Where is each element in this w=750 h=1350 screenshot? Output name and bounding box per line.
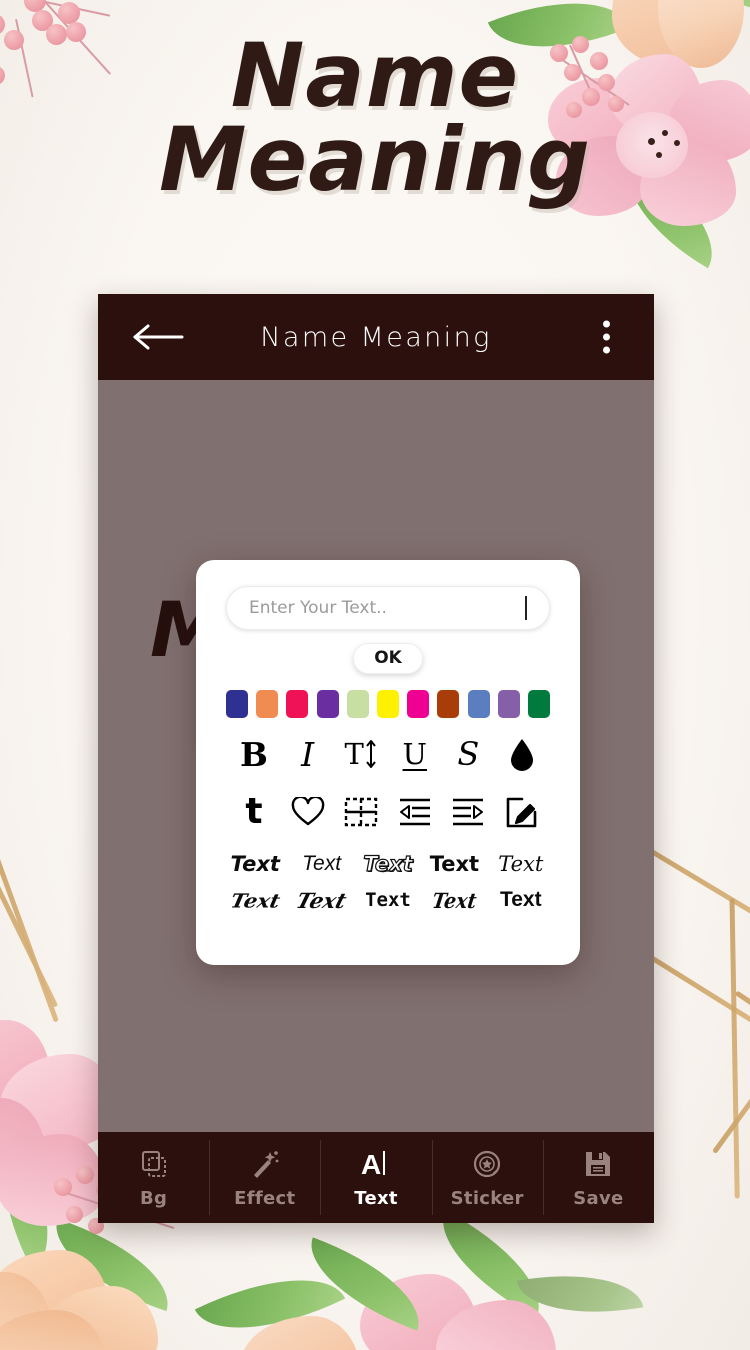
font-sample-5[interactable]: Text [498, 852, 543, 876]
font-sample-9[interactable]: Text [431, 888, 478, 913]
font-sample-8[interactable]: Text [365, 889, 411, 911]
script-style-glyph: S [457, 735, 480, 773]
nav-item-effect[interactable]: Effect [209, 1132, 320, 1223]
ok-button[interactable]: OK [353, 643, 423, 674]
layers-icon [137, 1147, 171, 1181]
svg-text:A: A [361, 1149, 381, 1180]
font-sample-4[interactable]: Text [430, 852, 479, 876]
more-vertical-icon[interactable] [603, 320, 610, 354]
poster-title: Name Meaning [0, 24, 750, 212]
edit-pencil-icon[interactable] [498, 790, 546, 834]
font-sample-7[interactable]: Text [294, 888, 350, 913]
opacity-drop-icon[interactable] [498, 732, 546, 776]
text-entry-dialog: OK B I T [196, 560, 580, 965]
bold-glyph: B [240, 734, 268, 774]
nav-label-effect: Effect [234, 1187, 296, 1209]
back-arrow-icon[interactable] [132, 322, 186, 352]
text-case-icon[interactable]: t [230, 790, 278, 834]
floral-decor-bottom-right [360, 1210, 680, 1350]
font-sample-3[interactable]: Text [363, 851, 414, 876]
floral-decor-bottom-center [194, 1237, 480, 1350]
indent-decrease-icon[interactable] [391, 790, 439, 834]
script-style-icon[interactable]: S [444, 732, 492, 776]
color-swatch-orange[interactable] [256, 690, 279, 718]
heart-icon[interactable] [284, 790, 332, 834]
bottom-toolbar: Bg Effect A Text Sticker Save [98, 1132, 654, 1223]
text-size-glyph: T [344, 736, 364, 771]
floppy-disk-icon [581, 1147, 615, 1181]
nav-item-text[interactable]: A Text [320, 1132, 431, 1223]
font-sample-2[interactable]: Text [302, 852, 341, 876]
color-swatch-green[interactable] [527, 690, 550, 718]
nav-item-save[interactable]: Save [542, 1132, 654, 1223]
poster-title-line-1: Name [230, 24, 520, 127]
italic-glyph: I [301, 734, 315, 774]
text-cursor [525, 596, 527, 620]
color-swatch-steel-blue[interactable] [467, 690, 490, 718]
color-swatch-crimson[interactable] [286, 690, 309, 718]
font-sample-6[interactable]: Text [228, 889, 282, 912]
color-palette [226, 690, 550, 718]
text-case-glyph: t [245, 791, 263, 832]
color-swatch-violet[interactable] [497, 690, 520, 718]
sticker-icon [470, 1147, 504, 1181]
nav-item-sticker[interactable]: Sticker [431, 1132, 543, 1223]
text-a-icon: A [359, 1147, 393, 1181]
poster-stage: Name Meaning Name Meaning M Bg Effect A … [0, 0, 750, 1350]
nav-label-text: Text [354, 1187, 398, 1209]
search-input text-input[interactable] [249, 598, 523, 618]
italic-icon[interactable]: I [284, 732, 332, 776]
color-swatch-yellow[interactable] [376, 690, 399, 718]
underline-icon[interactable]: U [391, 732, 439, 776]
text-input-container[interactable] [226, 586, 550, 630]
font-sample-1[interactable]: Text [230, 852, 279, 876]
format-tools-row-1: B I T U S [230, 732, 546, 776]
app-bar: Name Meaning [98, 294, 654, 380]
underline-glyph: U [402, 736, 427, 771]
font-style-grid: Text Text Text Text Text Text Text Text … [222, 846, 554, 918]
color-swatch-magenta[interactable] [407, 690, 430, 718]
magic-wand-icon [248, 1147, 282, 1181]
dialog-actions: OK [218, 643, 558, 674]
border-grid-icon[interactable] [337, 790, 385, 834]
color-swatch-purple[interactable] [316, 690, 339, 718]
text-size-icon[interactable]: T [337, 732, 385, 776]
color-swatch-brown[interactable] [437, 690, 460, 718]
poster-title-line-2: Meaning [158, 108, 592, 212]
indent-increase-icon[interactable] [444, 790, 492, 834]
nav-label-save: Save [573, 1187, 624, 1209]
bold-icon[interactable]: B [230, 732, 278, 776]
nav-label-sticker: Sticker [450, 1187, 524, 1209]
color-swatch-light-green[interactable] [346, 690, 369, 718]
nav-label-bg: Bg [139, 1187, 168, 1209]
nav-item-bg[interactable]: Bg [98, 1132, 209, 1223]
format-tools-row-2: t [230, 790, 546, 834]
font-sample-10[interactable]: Text [500, 888, 542, 912]
color-swatch-indigo[interactable] [226, 690, 248, 718]
